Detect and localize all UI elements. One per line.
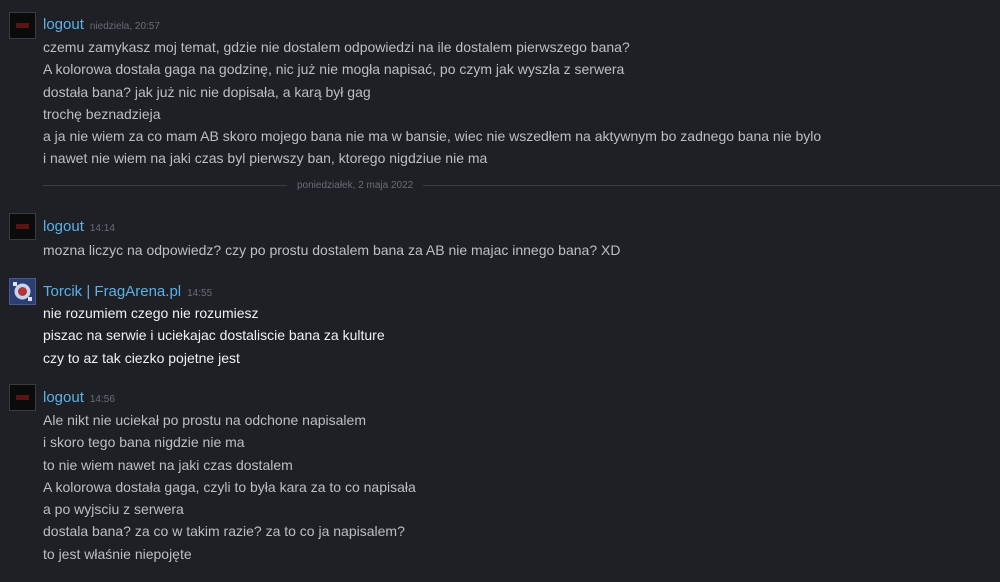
message-line: to jest właśnie niepojęte (43, 545, 192, 562)
message-line: a po wyjsciu z serwera (43, 501, 184, 518)
avatar[interactable] (9, 384, 36, 411)
message-line: i nawet nie wiem na jaki czas byl pierws… (43, 150, 488, 167)
author-name[interactable]: logout (43, 16, 84, 33)
author-name[interactable]: logout (43, 218, 84, 235)
avatar[interactable] (9, 12, 36, 39)
message-line: czy to az tak ciezko pojetne jest (43, 349, 240, 366)
message-line: A kolorowa dostała gaga, czyli to była k… (43, 478, 416, 495)
message-line: A kolorowa dostała gaga na godzinę, nic … (43, 61, 625, 78)
message-header: Torcik | FragArena.pl 14:55 (43, 283, 212, 303)
message-line: i skoro tego bana nigdzie nie ma (43, 434, 245, 451)
message-line: Ale nikt nie uciekał po prostu na odchon… (43, 412, 366, 428)
avatar[interactable] (9, 213, 36, 240)
message-body: nie rozumiem czego nie rozumiesz piszac … (43, 302, 385, 369)
timestamp: niedziela, 20:57 (89, 21, 160, 32)
author-name[interactable]: Torcik | FragArena.pl (43, 283, 181, 300)
message-body: Ale nikt nie uciekał po prostu na odchon… (43, 409, 416, 565)
message-line: nie rozumiem czego nie rozumiesz (43, 305, 259, 321)
message-line: dostała bana? jak już nic nie dopisała, … (43, 83, 371, 100)
timestamp: 14:56 (89, 394, 115, 405)
message-line: piszac na serwie i uciekajac dostaliscie… (43, 327, 385, 344)
message-line: czemu zamykasz moj temat, gdzie nie dost… (43, 39, 630, 55)
message-header: logout 14:14 (43, 218, 115, 238)
message-body: czemu zamykasz moj temat, gdzie nie dost… (43, 36, 821, 170)
divider-rule (423, 185, 1000, 186)
message-line: dostala bana? za co w takim razie? za to… (43, 523, 405, 540)
avatar-icon (10, 279, 35, 304)
date-divider: poniedziałek, 2 maja 2022 (43, 180, 1000, 191)
message-line: a ja nie wiem za co mam AB skoro mojego … (43, 128, 822, 145)
author-name[interactable]: logout (43, 389, 84, 406)
message-line: trochę beznadzieja (43, 105, 161, 122)
message-line: mozna liczyc na odpowiedz? czy po prostu… (43, 242, 621, 258)
divider-rule (43, 185, 287, 186)
message-line: to nie wiem nawet na jaki czas dostalem (43, 456, 293, 473)
timestamp: 14:14 (89, 223, 115, 234)
avatar[interactable] (9, 278, 36, 305)
timestamp: 14:55 (187, 288, 213, 299)
message-header: logout 14:56 (43, 389, 115, 409)
message-header: logout niedziela, 20:57 (43, 16, 160, 36)
message-body: mozna liczyc na odpowiedz? czy po prostu… (43, 239, 620, 261)
date-divider-label: poniedziałek, 2 maja 2022 (297, 180, 414, 191)
